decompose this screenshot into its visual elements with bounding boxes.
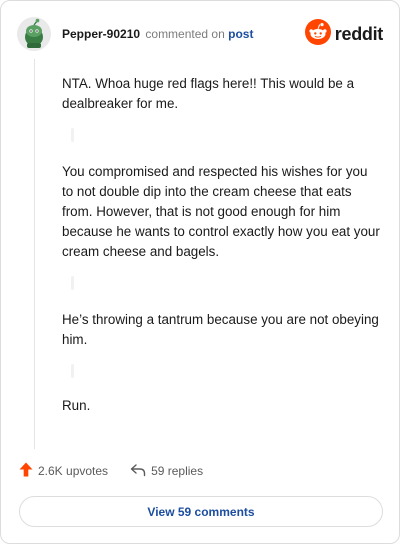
comment-body: NTA. Whoa huge red flags here!! This wou…: [62, 74, 382, 416]
replies-count: 59 replies: [151, 464, 204, 478]
reddit-logo-icon: [304, 18, 331, 50]
comment-actions: 2.6K upvotes 59 replies: [19, 461, 203, 481]
comment-paragraph: Run.: [62, 398, 91, 413]
username-link[interactable]: Pepper-90210: [62, 27, 140, 41]
comment-header: Pepper-90210 commented on post reddit: [17, 17, 385, 53]
upvote-arrow-icon: [19, 462, 33, 480]
paragraph-break: [62, 114, 382, 162]
upvote-count: 2.6K upvotes: [38, 464, 109, 478]
reddit-wordmark: reddit: [334, 23, 384, 44]
upvote-button[interactable]: 2.6K upvotes: [19, 462, 108, 480]
commented-on-text: commented on: [145, 27, 225, 41]
paragraph-break: [62, 262, 382, 310]
reddit-logo[interactable]: reddit: [304, 18, 384, 50]
reply-arrow-icon: [130, 463, 146, 480]
replies-button[interactable]: 59 replies: [130, 463, 203, 480]
comment-meta: Pepper-90210 commented on post: [62, 27, 253, 41]
comment-paragraph: NTA. Whoa huge red flags here!! This wou…: [62, 76, 355, 111]
view-comments-button[interactable]: View 59 comments: [19, 496, 383, 527]
comment-card: Pepper-90210 commented on post reddit NT…: [0, 0, 400, 544]
thread-line[interactable]: [34, 59, 35, 449]
snoo-avatar-icon[interactable]: [17, 17, 51, 51]
paragraph-break: [62, 350, 382, 396]
post-link[interactable]: post: [228, 27, 253, 41]
comment-paragraph: He’s throwing a tantrum because you are …: [62, 312, 379, 347]
comment-paragraph: You compromised and respected his wishes…: [62, 164, 380, 259]
